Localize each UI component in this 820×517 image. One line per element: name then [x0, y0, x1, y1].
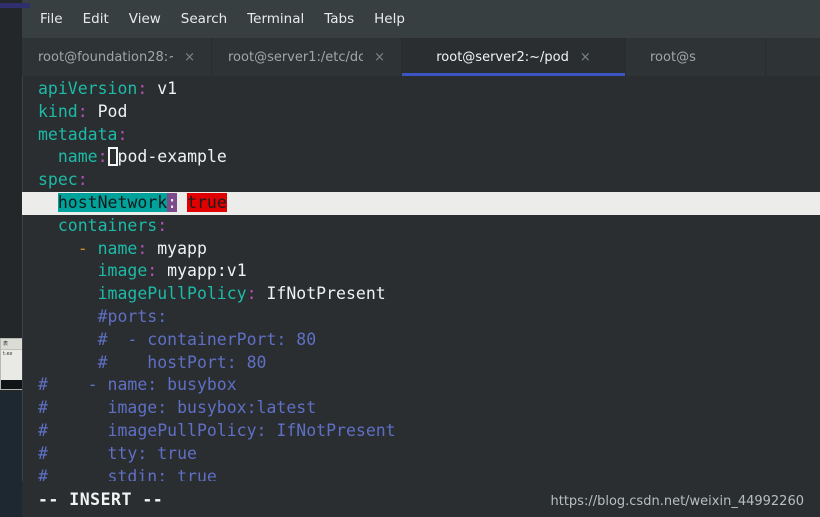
menu-bar: File Edit View Search Terminal Tabs Help — [22, 0, 820, 38]
code-token: #ports: — [38, 306, 168, 326]
code-token: : — [97, 147, 108, 167]
code-token: spec — [38, 170, 78, 190]
code-token: : — [117, 124, 128, 144]
vim-status-bar: -- INSERT -- https://blog.csdn.net/weixi… — [22, 481, 820, 517]
background-dialog[interactable]: 表 t.ex — [0, 338, 24, 390]
code-line-selected: hostNetwork: true — [22, 191, 820, 215]
menu-terminal[interactable]: Terminal — [237, 8, 314, 30]
code-line: metadata: — [38, 124, 820, 147]
terminal-window: File Edit View Search Terminal Tabs Help… — [22, 0, 820, 517]
menu-file[interactable]: File — [30, 8, 73, 30]
background-dialog-footer — [1, 380, 23, 389]
code-token: - — [38, 238, 98, 258]
code-token: : — [77, 170, 88, 190]
screen: 表 t.ex File Edit View Search Terminal Ta… — [0, 0, 820, 517]
background-dialog-body: t.ex — [3, 351, 13, 357]
code-line: # image: busybox:latest — [38, 397, 820, 420]
code-line: # - name: busybox — [38, 374, 820, 397]
code-token: # hostPort: 80 — [38, 352, 267, 372]
code-token: # tty: true — [38, 443, 197, 463]
vim-editor-area[interactable]: apiVersion: v1 kind: Pod metadata: name: po… — [22, 76, 820, 517]
code-token: metadata — [38, 124, 118, 144]
left-edge-divider — [22, 76, 23, 517]
code-line: # hostPort: 80 — [38, 352, 820, 375]
code-token: name — [38, 147, 98, 167]
code-line: spec: — [38, 169, 820, 192]
code-token: # - name: busybox — [38, 375, 237, 395]
text-cursor — [107, 147, 118, 167]
menu-view[interactable]: View — [119, 8, 171, 30]
code-token: name — [97, 238, 138, 258]
close-icon[interactable]: × — [374, 51, 385, 64]
code-token: : — [137, 79, 148, 98]
menu-edit[interactable]: Edit — [73, 8, 119, 30]
close-icon[interactable]: × — [580, 51, 591, 64]
code-indent — [38, 192, 58, 212]
highlighted-key: hostNetwork — [57, 192, 168, 212]
code-token: : — [147, 261, 158, 281]
code-token: myapp:v1 — [157, 261, 247, 281]
code-token: containers — [38, 215, 158, 235]
highlighted-colon: : — [167, 192, 178, 212]
tab-server2-pod[interactable]: root@server2:~/pod × — [402, 38, 626, 76]
tab-label: root@foundation28:~ — [38, 49, 174, 65]
tab-label: root@s — [650, 49, 696, 65]
code-line: containers: — [38, 215, 820, 238]
tab-server1-etc-doc[interactable]: root@server1:/etc/doc… × — [212, 38, 402, 76]
code-token: kind — [38, 101, 78, 121]
highlighted-value: true — [187, 192, 227, 212]
code-token: # - containerPort: 80 — [38, 329, 317, 349]
background-window-titlebar-strip — [0, 3, 30, 8]
menu-tabs[interactable]: Tabs — [314, 8, 364, 30]
code-token: myapp — [147, 238, 207, 258]
yaml-source[interactable]: apiVersion: v1 kind: Pod metadata: name: po… — [22, 78, 820, 488]
code-line: image: myapp:v1 — [38, 260, 820, 283]
background-dialog-title: 表 — [1, 339, 23, 350]
highlighted-gap — [177, 192, 188, 212]
code-token: Pod — [87, 101, 128, 121]
code-line: # - containerPort: 80 — [38, 329, 820, 352]
code-token: pod-example — [117, 147, 227, 167]
menu-help[interactable]: Help — [364, 8, 415, 30]
code-line: kind: Pod — [38, 101, 820, 124]
code-token: apiVersion — [38, 79, 138, 98]
code-line: # imagePullPolicy: IfNotPresent — [38, 420, 820, 443]
background-window-lower-sliver[interactable] — [0, 392, 22, 517]
menu-search[interactable]: Search — [171, 8, 237, 30]
code-line: #ports: — [38, 306, 820, 329]
tab-label: root@server2:~/pod — [436, 49, 569, 65]
code-line: - name: myapp — [38, 238, 820, 261]
tab-overflow-partial[interactable]: root@s — [626, 38, 766, 76]
code-token: : — [77, 101, 88, 121]
code-token: : — [157, 215, 168, 235]
code-token: : — [246, 284, 257, 304]
code-token: # imagePullPolicy: IfNotPresent — [38, 420, 396, 440]
code-token: v1 — [147, 79, 178, 98]
watermark-url: https://blog.csdn.net/weixin_44992260 — [550, 494, 804, 509]
code-token: # image: busybox:latest — [38, 398, 317, 418]
code-token: imagePullPolicy — [38, 284, 247, 304]
code-line: name: pod-example — [38, 146, 820, 169]
code-line: # tty: true — [38, 443, 820, 466]
code-token: image — [38, 261, 148, 281]
code-token: : — [137, 238, 148, 258]
tab-foundation28[interactable]: root@foundation28:~ × — [22, 38, 212, 76]
tab-label: root@server1:/etc/doc… — [228, 49, 364, 65]
tab-bar: root@foundation28:~ × root@server1:/etc/… — [22, 38, 820, 76]
code-token: IfNotPresent — [256, 284, 386, 304]
code-line: apiVersion: v1 — [38, 78, 820, 101]
vim-mode-indicator: -- INSERT -- — [38, 489, 164, 509]
close-icon[interactable]: × — [184, 51, 195, 64]
code-line: imagePullPolicy: IfNotPresent — [38, 283, 820, 306]
